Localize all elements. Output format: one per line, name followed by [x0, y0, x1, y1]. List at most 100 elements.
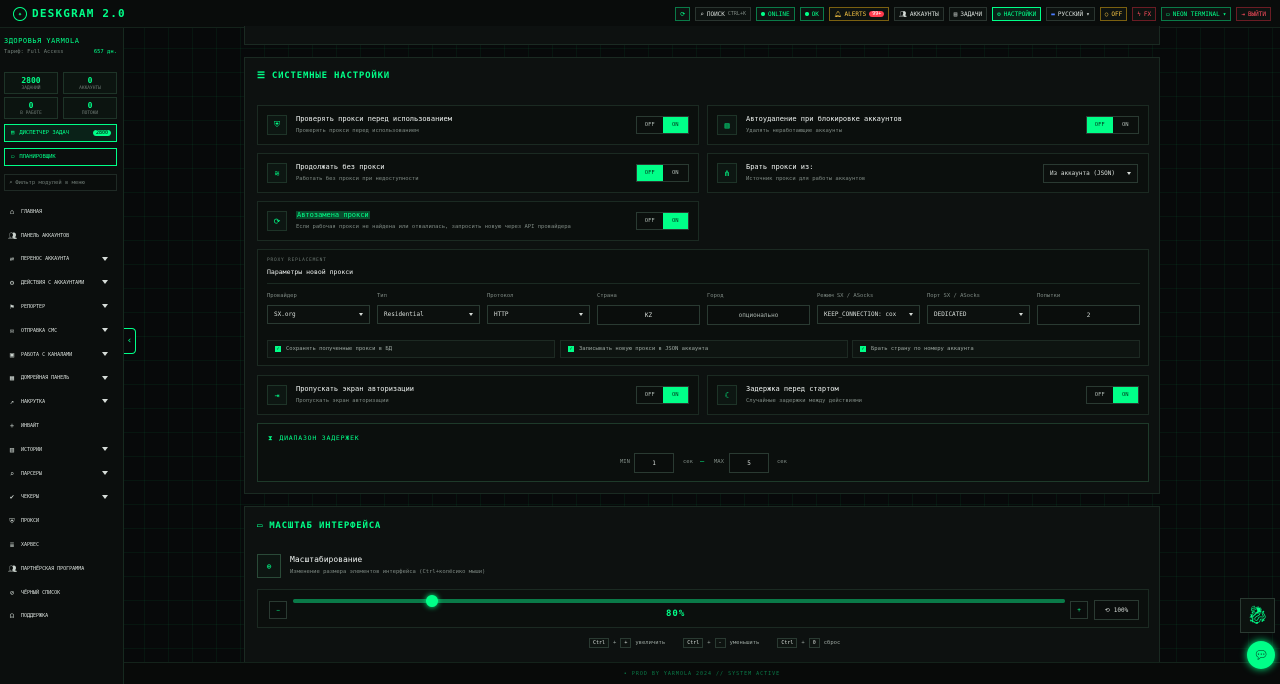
- chevron-down-icon: [102, 351, 108, 356]
- broadcast-icon: ▣: [9, 350, 15, 359]
- alerts-button[interactable]: 🔔︎ ALERTS 99+: [828, 7, 890, 21]
- sidebar-item-home[interactable]: ⌂ ГЛАВНАЯ: [0, 200, 124, 224]
- sx-mode-select[interactable]: KEEP_CONNECTION: cox: [817, 305, 920, 324]
- attempts-input[interactable]: 2: [1037, 305, 1140, 325]
- stat-running[interactable]: 0В РАБОТЕ: [4, 97, 58, 119]
- scale-slider-track[interactable]: [293, 599, 1065, 603]
- checkbox-country-by-phone[interactable]: ✓ Брать страну по номеру аккаунта: [852, 340, 1140, 358]
- toggle-off[interactable]: OFF: [1087, 117, 1113, 133]
- toggle-on[interactable]: ON: [662, 213, 688, 229]
- setting-card-continue-without-proxy: ≋ Продолжать без прокси Работать без про…: [257, 153, 699, 193]
- scale-slider-thumb[interactable]: [425, 595, 438, 607]
- logout-button[interactable]: ⇥ ВЫЙТИ: [1236, 7, 1271, 21]
- proxy-source-select[interactable]: Из аккаунта (JSON): [1043, 164, 1138, 183]
- delay-min-input[interactable]: 1: [634, 453, 674, 473]
- scheduler-button[interactable]: ▭ ПЛАНИРОВЩИК: [4, 148, 117, 166]
- sidebar-item-blacklist[interactable]: ⊘ ЧЁРНЫЙ СПИСОК: [0, 581, 124, 605]
- checkbox-write-proxy-json[interactable]: ✓ Записывать новую прокси в JSON аккаунта: [560, 340, 848, 358]
- fx-toggle[interactable]: ϟ FX: [1132, 7, 1157, 21]
- country-input[interactable]: KZ: [597, 305, 700, 325]
- wifi-icon: ≋: [267, 163, 287, 183]
- toggle-off[interactable]: OFF: [637, 387, 663, 403]
- protocol-select[interactable]: HTTP: [487, 305, 590, 324]
- toggle-skip-auth[interactable]: OFF ON: [636, 386, 689, 404]
- zoom-out-button[interactable]: −: [269, 601, 287, 619]
- sx-port-select[interactable]: DEDICATED: [927, 305, 1030, 324]
- type-select[interactable]: Residential: [377, 305, 480, 324]
- toggle-off[interactable]: OFF: [637, 165, 663, 181]
- stat-accounts[interactable]: 0 АККАУНТЫ: [63, 72, 117, 94]
- reset-icon: ⟲: [1104, 606, 1110, 614]
- accounts-button[interactable]: 👥︎ АККАУНТЫ: [894, 7, 944, 21]
- sidebar-item-harvest[interactable]: ≣ ХАРВЕС: [0, 533, 124, 557]
- toggle-off[interactable]: OFF: [637, 213, 663, 229]
- tasks-button[interactable]: ▤ ЗАДАЧИ: [948, 7, 988, 21]
- sidebar-collapse-button[interactable]: ‹: [124, 328, 136, 354]
- toggle-on[interactable]: ON: [662, 387, 688, 403]
- shield-icon: ⛨: [9, 516, 15, 525]
- sidebar-item-checkers[interactable]: ✔ ЧЕКЕРЫ: [0, 486, 124, 510]
- toggle-on[interactable]: ON: [663, 165, 689, 181]
- provider-select[interactable]: SX.org: [267, 305, 370, 324]
- sidebar-item-boost[interactable]: ↗ НАКРУТКА: [0, 390, 124, 414]
- sidebar-item-proxy[interactable]: ⛨ ПРОКСИ: [0, 509, 124, 533]
- sidebar-item-channels[interactable]: ▣ РАБОТА С КАНАЛАМИ: [0, 343, 124, 367]
- user-gear-icon: ⚙: [9, 279, 15, 288]
- theme-select[interactable]: ▭ NEON TERMINAL ▾: [1161, 7, 1232, 21]
- online-status[interactable]: ONLINE: [755, 7, 795, 21]
- toggle-off[interactable]: OFF: [1087, 387, 1113, 403]
- module-filter-input[interactable]: ⌕ Фильтр модулей в меню: [4, 174, 117, 191]
- days-remaining: 657 дн.: [93, 49, 117, 55]
- gear-icon: ⚙: [997, 10, 1001, 18]
- sidebar-item-account-transfer[interactable]: ⇄ ПЕРЕНОС АККАУНТА: [0, 248, 124, 272]
- search-button[interactable]: ⌕ ПОИСК CTRL+K: [695, 7, 751, 21]
- zoom-in-icon: ⊕: [257, 554, 281, 578]
- tariff-label: Тариф: Full Access: [4, 49, 64, 55]
- task-dispatcher-button[interactable]: ▤ ДИСПЕТЧЕР ЗАДАЧ 2800: [4, 124, 117, 142]
- toggle-auto-replace-proxy[interactable]: OFF ON: [636, 212, 689, 230]
- settings-button[interactable]: ⚙ НАСТРОЙКИ: [992, 7, 1042, 21]
- city-input[interactable]: опционально: [707, 305, 810, 325]
- sidebar-item-partner[interactable]: 👥︎ ПАРТНЁРСКАЯ ПРОГРАММА: [0, 557, 124, 581]
- sidebar-item-stories[interactable]: ▥ ИСТОРИИ: [0, 438, 124, 462]
- chat-button[interactable]: 💬︎: [1247, 641, 1275, 669]
- refresh-button[interactable]: ⟳: [675, 7, 691, 21]
- flag-icon: ⚑: [9, 303, 15, 312]
- mascot-widget[interactable]: 🐉︎: [1240, 598, 1275, 633]
- logo[interactable]: ✦ DESKGRAM 2.0: [13, 6, 126, 21]
- refresh-icon: ⟳: [680, 10, 686, 18]
- toggle-start-delay[interactable]: OFF ON: [1086, 386, 1139, 404]
- zoom-in-button[interactable]: +: [1070, 601, 1088, 619]
- stat-threads[interactable]: 0 ПОТОКИ: [63, 97, 117, 119]
- check-icon: ✓: [568, 346, 574, 352]
- sidebar-nav: ⌂ ГЛАВНАЯ 👥︎ ПАНЕЛЬ АККАУНТОВ ⇄ ПЕРЕНОС АКК…: [0, 200, 124, 628]
- toggle-on[interactable]: ON: [1113, 117, 1139, 133]
- chevron-down-icon: [102, 256, 108, 261]
- chevron-down-icon: [102, 280, 108, 285]
- toggle-off[interactable]: OFF: [637, 117, 663, 133]
- sidebar-item-account-actions[interactable]: ⚙ ДЕЙСТВИЯ С АККАУНТАМИ: [0, 271, 124, 295]
- sidebar-item-domain-panel[interactable]: ▦ ДОМРЕЙНАЯ ПАНЕЛЬ: [0, 367, 124, 391]
- toggle-auto-delete[interactable]: OFF ON: [1086, 116, 1139, 134]
- toggle-on[interactable]: ON: [1112, 387, 1138, 403]
- shield-icon: ⛨: [267, 115, 287, 135]
- delay-max-input[interactable]: 5: [729, 453, 769, 473]
- ok-status[interactable]: OK: [799, 7, 824, 21]
- reset-scale-button[interactable]: ⟲ 100%: [1094, 600, 1139, 620]
- sidebar-item-parsers[interactable]: ⌕ ПАРСЕРЫ: [0, 462, 124, 486]
- sidebar-item-invite[interactable]: + ИНВАЙТ: [0, 414, 124, 438]
- sidebar-item-accounts-panel[interactable]: 👥︎ ПАНЕЛЬ АККАУНТОВ: [0, 224, 124, 248]
- section-tag: PROXY REPLACEMENT: [267, 258, 327, 263]
- sidebar-item-sms[interactable]: ✉ ОТПРАВКА СМС: [0, 319, 124, 343]
- toggle-continue-without-proxy[interactable]: OFF ON: [636, 164, 689, 182]
- chevron-down-icon: ▾: [1222, 10, 1227, 18]
- setting-card-check-proxy: ⛨ Проверять прокси перед использованием …: [257, 105, 699, 145]
- sidebar-item-support[interactable]: ☊ ПОДДЕРЖКА: [0, 605, 124, 629]
- language-select[interactable]: ▬ РУССКИЙ ▾: [1046, 7, 1095, 21]
- toggle-check-proxy[interactable]: OFF ON: [636, 116, 689, 134]
- toggle-on[interactable]: ON: [662, 117, 688, 133]
- stat-tasks[interactable]: 2800 ЗАДАНИЙ: [4, 72, 58, 94]
- checkbox-save-proxy-db[interactable]: ✓ Сохранять полученные прокси в БД: [267, 340, 555, 358]
- sidebar-item-reporter[interactable]: ⚑ РЕПОРТЕР: [0, 295, 124, 319]
- power-off-toggle[interactable]: ○ OFF: [1099, 7, 1128, 21]
